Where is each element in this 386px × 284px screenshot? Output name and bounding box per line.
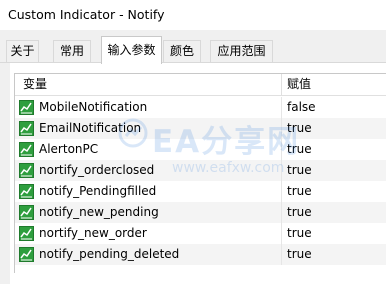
cell-divider [281, 118, 282, 139]
header-variable[interactable]: 变量 [23, 74, 47, 95]
boolean-parameter-icon [19, 247, 34, 262]
parameter-name: notify_new_pending [39, 205, 159, 219]
table-row[interactable]: notify_new_pending true [15, 202, 386, 223]
cell-divider [281, 202, 282, 223]
tab-common[interactable]: 常用 [53, 40, 91, 62]
tab-colors[interactable]: 颜色 [163, 40, 201, 62]
tab-visualization[interactable]: 应用范围 [210, 40, 273, 62]
panel-left-margin [0, 63, 10, 284]
parameter-value[interactable]: true [287, 244, 312, 265]
table-row[interactable]: nortify_orderclosed true [15, 160, 386, 181]
boolean-parameter-icon [19, 184, 34, 199]
boolean-parameter-icon [19, 205, 34, 220]
table-row[interactable]: nortify_new_order true [15, 223, 386, 244]
parameter-name: nortify_orderclosed [39, 163, 155, 177]
table-row[interactable]: AlertonPC true [15, 139, 386, 160]
grid-header: 变量 赋值 [15, 74, 386, 96]
parameter-name: EmailNotification [39, 121, 142, 135]
cell-divider [281, 97, 282, 118]
parameter-value[interactable]: true [287, 160, 312, 181]
parameter-name: notify_pending_deleted [39, 247, 180, 261]
parameter-value[interactable]: true [287, 139, 312, 160]
table-row[interactable]: notify_Pendingfilled true [15, 181, 386, 202]
header-value[interactable]: 赋值 [287, 74, 311, 95]
parameter-value[interactable]: true [287, 223, 312, 244]
cell-divider [281, 181, 282, 202]
parameter-name: AlertonPC [39, 142, 99, 156]
cell-divider [281, 160, 282, 181]
title-bar: Custom Indicator - Notify [0, 0, 386, 30]
parameter-name: nortify_new_order [39, 226, 147, 240]
boolean-parameter-icon [19, 121, 34, 136]
tab-inputs[interactable]: 输入参数 [101, 36, 162, 64]
boolean-parameter-icon [19, 100, 34, 115]
boolean-parameter-icon [19, 226, 34, 241]
cell-divider [281, 139, 282, 160]
parameter-value[interactable]: true [287, 118, 312, 139]
boolean-parameter-icon [19, 142, 34, 157]
parameter-value[interactable]: true [287, 181, 312, 202]
parameter-value[interactable]: false [287, 97, 316, 118]
table-row[interactable]: notify_pending_deleted true [15, 244, 386, 265]
table-row[interactable]: EmailNotification true [15, 118, 386, 139]
cell-divider [281, 223, 282, 244]
tab-about[interactable]: 关于 [6, 40, 39, 62]
parameter-name: notify_Pendingfilled [39, 184, 157, 198]
parameter-name: MobileNotification [39, 100, 148, 114]
boolean-parameter-icon [19, 163, 34, 178]
table-row[interactable]: MobileNotification false [15, 97, 386, 118]
parameter-value[interactable]: true [287, 202, 312, 223]
header-divider[interactable] [281, 74, 282, 95]
window-title: Custom Indicator - Notify [8, 7, 165, 22]
cell-divider [281, 244, 282, 265]
